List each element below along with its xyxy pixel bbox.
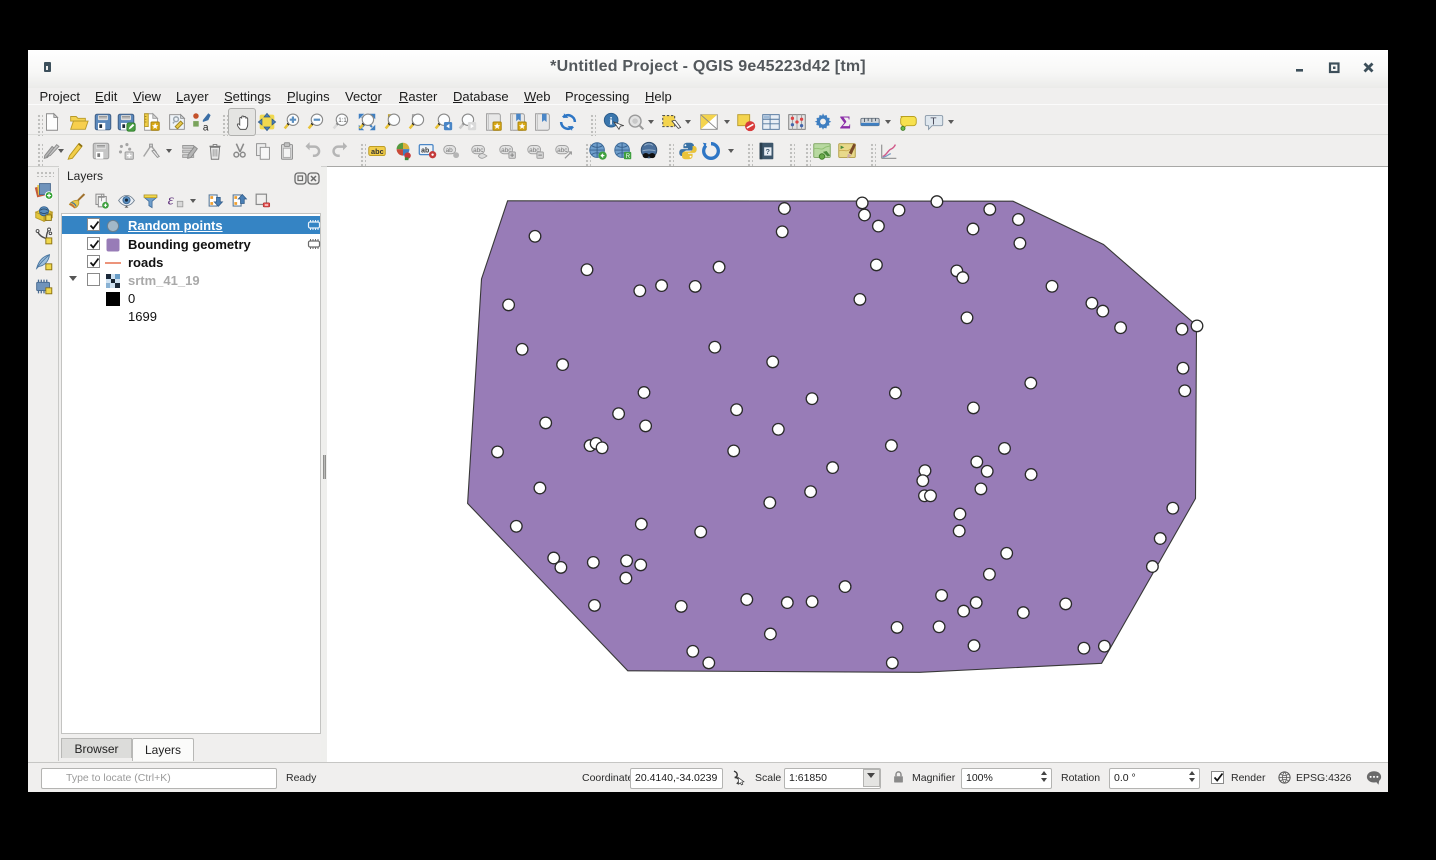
- svg-text:Σ: Σ: [840, 112, 851, 132]
- svg-text:ε: ε: [168, 192, 174, 208]
- svg-text:ab: ab: [421, 147, 429, 154]
- svg-text:?: ?: [766, 147, 771, 156]
- svg-text:1:1: 1:1: [338, 118, 347, 124]
- svg-text:abc: abc: [473, 147, 484, 154]
- svg-text:T: T: [930, 116, 936, 127]
- svg-text:R: R: [626, 154, 631, 160]
- svg-text:a: a: [203, 123, 209, 133]
- svg-text:abc: abc: [557, 147, 568, 154]
- svg-text:i: i: [610, 115, 613, 127]
- svg-text:abc: abc: [371, 147, 384, 156]
- svg-text:ab: ab: [446, 147, 454, 154]
